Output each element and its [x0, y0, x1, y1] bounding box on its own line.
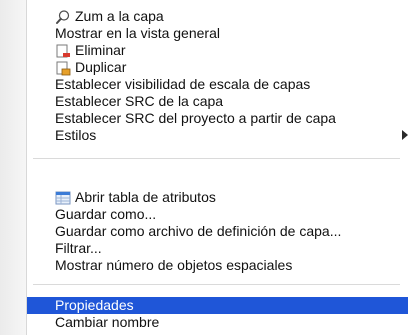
remove-layer-icon [55, 43, 71, 59]
menu-item-properties[interactable]: Propiedades [27, 297, 408, 314]
menu-item-label: Propiedades [55, 297, 134, 313]
menu-item-label: Establecer visibilidad de escala de capa… [55, 76, 311, 92]
chevron-right-icon [402, 130, 408, 140]
menu-item-label: Zum a la capa [75, 8, 164, 24]
table-icon [55, 190, 71, 206]
menu-item-show-in-overview[interactable]: Mostrar en la vista general [27, 25, 408, 42]
menu-item-label: Establecer SRC de la capa [55, 93, 224, 109]
magnifier-icon [55, 9, 71, 25]
menu-item-styles[interactable]: Estilos [27, 127, 408, 144]
menu-item-label: Guardar como... [55, 206, 157, 222]
layer-context-menu: Zum a la capa Mostrar en la vista genera… [26, 0, 408, 335]
menu-item-set-layer-crs[interactable]: Establecer SRC de la capa [27, 93, 408, 110]
menu-item-label: Duplicar [75, 59, 127, 75]
menu-item-label: Establecer SRC del proyecto a partir de … [55, 110, 336, 126]
menu-item-label: Filtrar... [55, 240, 102, 256]
background-panel [0, 0, 26, 335]
duplicate-layer-icon [55, 60, 71, 76]
menu-item-label: Mostrar en la vista general [55, 25, 220, 41]
menu-item-label: Cambiar nombre [55, 314, 160, 330]
menu-item-rename[interactable]: Cambiar nombre [27, 314, 408, 331]
menu-item-label: Eliminar [75, 42, 126, 58]
menu-item-zoom-to-layer[interactable]: Zum a la capa [27, 8, 408, 25]
menu-item-remove[interactable]: Eliminar [27, 42, 408, 59]
menu-item-set-scale-visibility[interactable]: Establecer visibilidad de escala de capa… [27, 76, 408, 93]
menu-item-label: Estilos [55, 127, 97, 143]
menu-item-label: Abrir tabla de atributos [75, 189, 216, 205]
menu-item-label: Guardar como archivo de definición de ca… [55, 223, 342, 239]
menu-separator [33, 158, 400, 159]
menu-item-duplicate[interactable]: Duplicar [27, 59, 408, 76]
menu-item-filter[interactable]: Filtrar... [27, 240, 408, 257]
menu-item-save-as[interactable]: Guardar como... [27, 206, 408, 223]
menu-item-save-as-definition[interactable]: Guardar como archivo de definición de ca… [27, 223, 408, 240]
menu-item-set-project-crs[interactable]: Establecer SRC del proyecto a partir de … [27, 110, 408, 127]
menu-item-label: Mostrar número de objetos espaciales [55, 257, 293, 273]
menu-item-show-feature-count[interactable]: Mostrar número de objetos espaciales [27, 257, 408, 274]
menu-item-open-attribute-table[interactable]: Abrir tabla de atributos [27, 189, 408, 206]
menu-separator [33, 284, 400, 285]
